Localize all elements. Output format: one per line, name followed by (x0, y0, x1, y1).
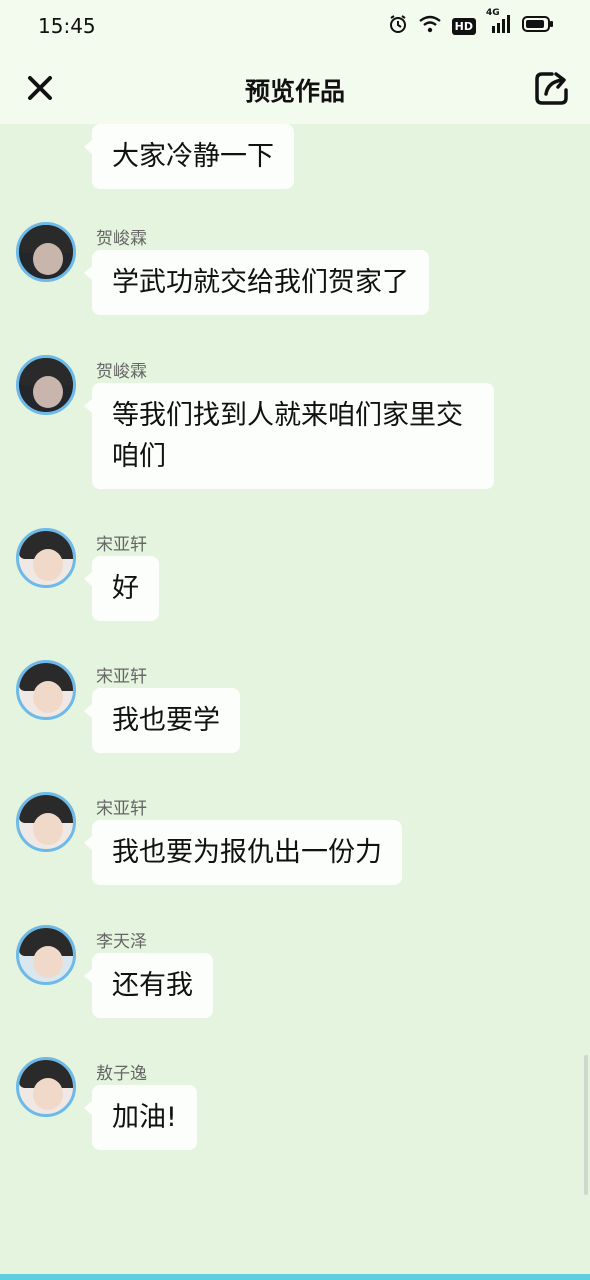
hd-icon: HD (451, 17, 476, 35)
status-bar: 15:45 HD 4G (0, 0, 590, 52)
scrollbar[interactable] (584, 1055, 588, 1195)
avatar[interactable] (16, 1057, 76, 1117)
wifi-icon (418, 14, 442, 38)
avatar[interactable] (16, 792, 76, 852)
avatar[interactable] (16, 222, 76, 282)
sender-name: 宋亚轩 (96, 667, 147, 687)
message-bubble: 大家冷静一下 (84, 124, 294, 189)
header-bar: 预览作品 (0, 52, 590, 124)
sender-name: 宋亚轩 (96, 535, 147, 555)
status-time: 15:45 (38, 14, 96, 38)
signal-icon: 4G (486, 8, 512, 38)
status-icons: HD 4G (388, 8, 554, 38)
network-label: 4G (486, 8, 500, 18)
message-bubble: 学武功就交给我们贺家了 (84, 250, 429, 315)
sender-name: 敖子逸 (96, 1064, 147, 1084)
battery-icon (522, 15, 554, 37)
share-button[interactable] (532, 68, 572, 108)
alarm-icon (388, 14, 408, 38)
sender-name: 李天泽 (96, 932, 147, 952)
page-title: 预览作品 (244, 77, 345, 106)
share-icon (535, 72, 568, 105)
bottom-accent-bar (0, 1274, 590, 1280)
sender-name: 宋亚轩 (96, 799, 147, 819)
message-bubble: 等我们找到人就来咱们家里交咱们 (84, 383, 494, 489)
sender-name: 贺峻霖 (96, 229, 147, 249)
avatar[interactable] (16, 925, 76, 985)
avatar[interactable] (16, 528, 76, 588)
message-bubble: 好 (84, 556, 159, 621)
message-bubble: 还有我 (84, 953, 213, 1018)
message-bubble: 我也要学 (84, 688, 240, 753)
sender-name: 贺峻霖 (96, 362, 147, 382)
avatar[interactable] (16, 355, 76, 415)
chat-list[interactable]: 大家冷静一下 贺峻霖 学武功就交给我们贺家了 贺峻霖 等我们找到人就来咱们家里交… (0, 124, 590, 1274)
message-bubble: 我也要为报仇出一份力 (84, 820, 402, 885)
message-bubble: 加油! (84, 1085, 197, 1150)
avatar[interactable] (16, 660, 76, 720)
